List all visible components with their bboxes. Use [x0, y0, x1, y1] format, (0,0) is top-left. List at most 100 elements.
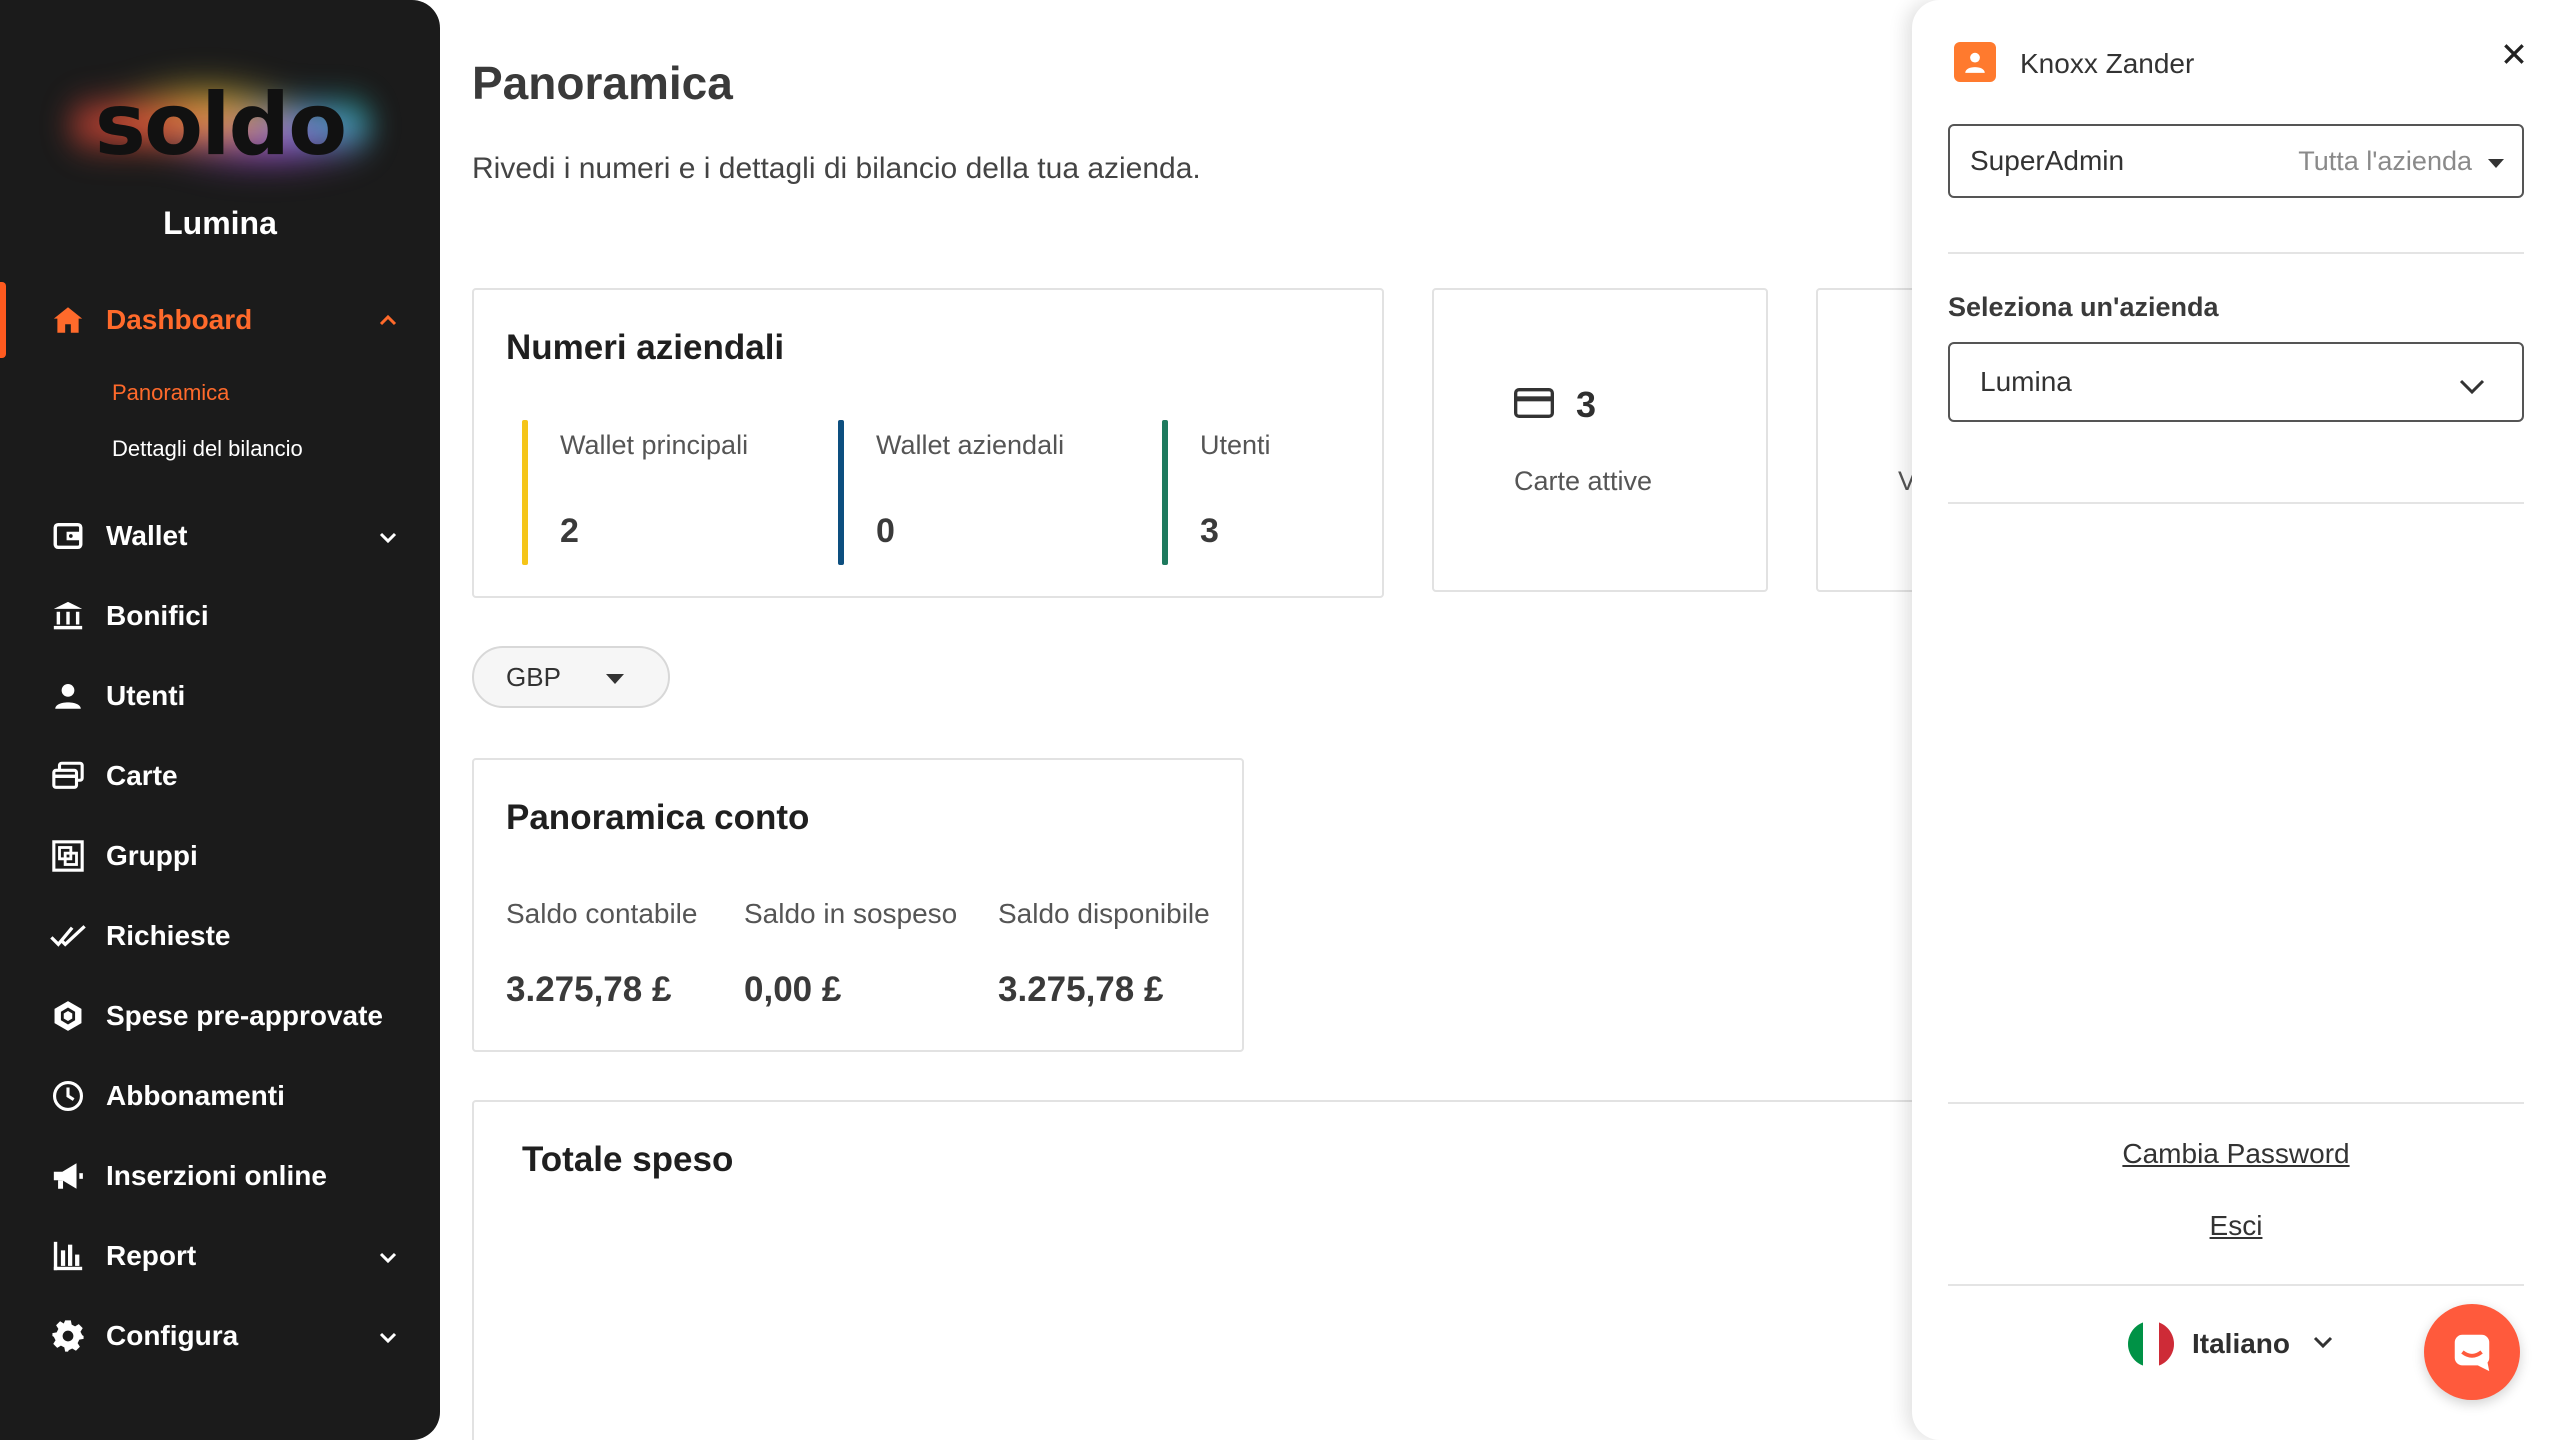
stat-value: 0 — [876, 512, 895, 550]
nav-spese-pre-approvate[interactable]: Spese pre-approvate — [48, 991, 408, 1041]
nav-label: Utenti — [106, 680, 186, 711]
role-scope: Tutta l'azienda — [2298, 145, 2472, 176]
currency-select[interactable]: GBP — [472, 646, 670, 708]
active-cards-label: Carte attive — [1514, 466, 1653, 496]
nav-abbonamenti[interactable]: Abbonamenti — [48, 1071, 408, 1121]
close-panel-button[interactable] — [2494, 34, 2534, 74]
nav-configura[interactable]: Configura — [48, 1311, 408, 1361]
stat-color-bar — [838, 420, 844, 565]
caret-down-icon — [606, 674, 624, 684]
nav-wallet[interactable]: Wallet — [48, 511, 408, 561]
stat-wallet-aziendali[interactable]: Wallet aziendali 0 — [838, 420, 1138, 565]
chat-support-button[interactable] — [2424, 1304, 2520, 1400]
page-subtitle: Rivedi i numeri e i dettagli di bilancio… — [472, 152, 1201, 185]
balance-value: 3.275,78 £ — [506, 970, 672, 1009]
nav-label: Gruppi — [106, 840, 198, 871]
close-icon — [2504, 44, 2524, 64]
divider — [1948, 1284, 2524, 1286]
stat-label: Wallet principali — [560, 430, 749, 460]
stat-color-bar — [1162, 420, 1168, 565]
user-name: Knoxx Zander — [2020, 48, 2195, 79]
bank-transfer-icon — [48, 596, 88, 636]
subnav-dettagli-bilancio[interactable]: Dettagli del bilancio — [112, 436, 303, 462]
nav-report[interactable]: Report — [48, 1231, 408, 1281]
available-value: 3.275,78 £ — [998, 970, 1164, 1009]
home-icon — [48, 300, 88, 340]
groups-icon — [48, 836, 88, 876]
chevron-down-icon — [376, 1244, 400, 1276]
language-select[interactable]: Italiano — [2128, 1316, 2334, 1372]
soldo-logo[interactable]: soldo — [60, 50, 380, 200]
chevron-down-icon — [376, 1324, 400, 1356]
nav-label: Spese pre-approvate — [106, 1000, 383, 1031]
gear-icon — [48, 1316, 88, 1356]
nav-label: Wallet — [106, 520, 188, 551]
pending-value: 0,00 £ — [744, 970, 842, 1009]
company-name: Lumina — [163, 205, 277, 241]
user-icon — [48, 676, 88, 716]
wallet-icon — [48, 516, 88, 556]
role-value: SuperAdmin — [1970, 145, 2125, 176]
nav-label: Configura — [106, 1320, 239, 1351]
chat-icon — [2454, 1334, 2490, 1372]
megaphone-icon — [48, 1156, 88, 1196]
user-avatar-icon — [1954, 42, 1996, 82]
select-company-label: Seleziona un'azienda — [1948, 292, 2219, 322]
clock-icon — [48, 1076, 88, 1116]
nav-carte[interactable]: Carte — [48, 751, 408, 801]
sidebar: soldo Lumina Dashboard Panoramica Dettag… — [0, 0, 440, 1440]
logo-text: soldo — [94, 75, 347, 175]
nav-dashboard[interactable]: Dashboard — [48, 295, 408, 345]
divider — [1948, 252, 2524, 254]
chevron-up-icon — [376, 308, 400, 340]
nav-gruppi[interactable]: Gruppi — [48, 831, 408, 881]
language-label: Italiano — [2192, 1328, 2291, 1359]
nav-utenti[interactable]: Utenti — [48, 671, 408, 721]
account-overview-title: Panoramica conto — [506, 798, 810, 837]
stat-label: Utenti — [1200, 430, 1271, 460]
company-numbers-title: Numeri aziendali — [506, 328, 785, 367]
total-spent-title: Totale speso — [522, 1140, 734, 1179]
hexagon-icon — [48, 996, 88, 1036]
stat-utenti[interactable]: Utenti 3 — [1162, 420, 1362, 565]
subnav-panoramica[interactable]: Panoramica — [112, 380, 229, 406]
change-password-link[interactable]: Cambia Password — [1948, 1138, 2524, 1170]
page-title: Panoramica — [472, 57, 733, 109]
divider — [1948, 502, 2524, 504]
nav-inserzioni-online[interactable]: Inserzioni online — [48, 1151, 408, 1201]
nav-label: Inserzioni online — [106, 1160, 327, 1191]
nav-label: Bonifici — [106, 600, 209, 631]
nav-label: Richieste — [106, 920, 231, 951]
company-select[interactable]: Lumina — [1948, 342, 2524, 422]
role-select[interactable]: SuperAdmin Tutta l'azienda — [1948, 124, 2524, 198]
nav-bonifici[interactable]: Bonifici — [48, 591, 408, 641]
nav-label: Carte — [106, 760, 178, 791]
double-check-icon — [48, 916, 88, 956]
active-cards-count: 3 — [1576, 384, 1597, 425]
stat-value: 3 — [1200, 512, 1219, 550]
pending-label: Saldo in sospeso — [744, 898, 958, 929]
nav-label: Abbonamenti — [106, 1080, 285, 1111]
active-cards-card[interactable]: 3 Carte attive — [1432, 288, 1768, 592]
active-indicator — [0, 282, 6, 358]
stat-color-bar — [522, 420, 528, 565]
stat-wallet-principali[interactable]: Wallet principali 2 — [522, 420, 822, 565]
stat-value: 2 — [560, 512, 579, 550]
caret-down-icon — [2488, 159, 2504, 168]
user-panel: Knoxx Zander SuperAdmin Tutta l'azienda … — [1912, 0, 2560, 1440]
chevron-down-icon — [2312, 1334, 2334, 1355]
chevron-down-icon — [2458, 372, 2486, 404]
bar-chart-icon — [48, 1236, 88, 1276]
nav-richieste[interactable]: Richieste — [48, 911, 408, 961]
stat-label: Wallet aziendali — [876, 430, 1065, 460]
card-icon — [1514, 388, 1554, 423]
currency-value: GBP — [506, 661, 561, 692]
nav-label: Report — [106, 1240, 197, 1271]
chevron-down-icon — [376, 524, 400, 556]
cards-icon — [48, 756, 88, 796]
logout-link[interactable]: Esci — [1948, 1210, 2524, 1242]
available-label: Saldo disponibile — [998, 898, 1210, 929]
balance-label: Saldo contabile — [506, 898, 698, 929]
italy-flag-icon — [2128, 1321, 2174, 1367]
company-select-value: Lumina — [1980, 366, 2072, 397]
